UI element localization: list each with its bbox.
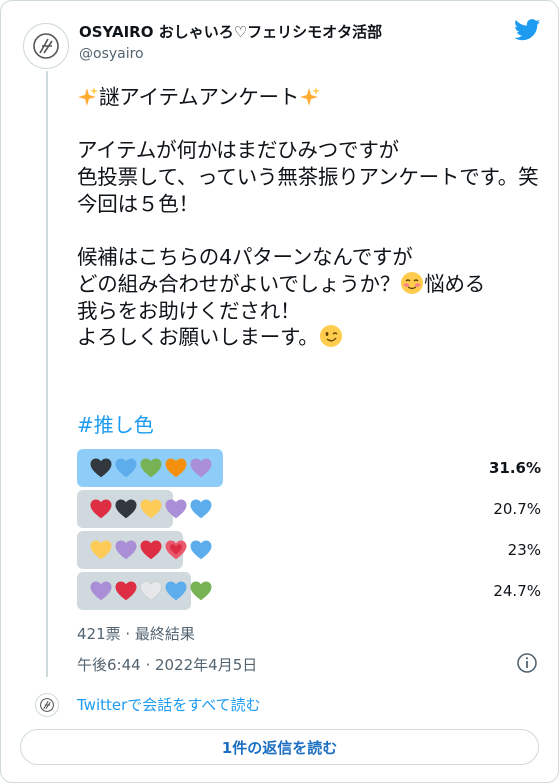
red-heart-icon bbox=[115, 581, 137, 601]
sparkles-icon bbox=[300, 87, 321, 106]
tweet-text: 謎アイテムアンケート アイテムが何かはまだひみつですが 色投票して、っていう無茶… bbox=[77, 84, 547, 351]
small-avatar[interactable] bbox=[35, 693, 59, 717]
author-name[interactable]: OSYAIRO おしゃいろ♡フェリシモオタ活部 bbox=[79, 21, 382, 42]
twitter-bird-icon[interactable] bbox=[514, 19, 541, 41]
poll-option-label bbox=[89, 456, 213, 480]
black-heart-icon bbox=[115, 499, 137, 519]
read-replies-button[interactable]: 1件の返信を読む bbox=[20, 729, 539, 765]
blue-heart-icon bbox=[190, 499, 212, 519]
tweet-timestamp[interactable]: 午後6:44 · 2022年4月5日 bbox=[77, 654, 257, 675]
osyairo-logo-icon bbox=[33, 33, 59, 59]
poll-percentage: 20.7% bbox=[493, 500, 541, 518]
poll-percentage: 23% bbox=[507, 541, 541, 559]
read-conversation-link[interactable]: Twitterで会話をすべて読む bbox=[77, 694, 261, 715]
tweet-title: 謎アイテムアンケート bbox=[99, 85, 300, 109]
smiling-blush-face-icon bbox=[401, 271, 424, 294]
purple-heart-icon bbox=[165, 499, 187, 519]
poll-result-summary: 421票 · 最終結果 bbox=[77, 625, 195, 643]
red-heart-icon bbox=[140, 540, 162, 560]
poll-option: 24.7% bbox=[77, 572, 543, 613]
poll-percentage: 24.7% bbox=[493, 582, 541, 600]
black-heart-icon bbox=[90, 458, 112, 478]
blue-heart-icon bbox=[190, 540, 212, 560]
info-icon[interactable] bbox=[516, 652, 538, 674]
poll-option: 20.7% bbox=[77, 490, 543, 531]
blue-heart-icon bbox=[115, 458, 137, 478]
osyairo-logo-icon bbox=[40, 698, 54, 712]
poll-option-label bbox=[89, 579, 213, 603]
green-heart-icon bbox=[190, 581, 212, 601]
avatar[interactable] bbox=[23, 23, 69, 69]
poll-option-label bbox=[89, 497, 213, 521]
author-handle[interactable]: @osyairo bbox=[79, 46, 144, 62]
thread-line bbox=[46, 71, 48, 677]
sparkles-icon bbox=[78, 87, 98, 106]
purple-heart-icon bbox=[115, 540, 137, 560]
purple-heart-icon bbox=[90, 581, 112, 601]
hashtag-link[interactable]: #推し色 bbox=[77, 409, 154, 438]
poll-option: 31.6% bbox=[77, 449, 543, 490]
red-heart-icon bbox=[90, 499, 112, 519]
green-heart-icon bbox=[140, 458, 162, 478]
poll-option: 23% bbox=[77, 531, 543, 572]
white-heart-icon bbox=[140, 581, 162, 601]
yellow-heart-icon bbox=[140, 499, 162, 519]
poll: 31.6% 20.7% 23% 24.7% bbox=[77, 449, 543, 613]
yellow-heart-icon bbox=[90, 540, 112, 560]
blue-heart-icon bbox=[165, 581, 187, 601]
sparkling-heart-icon bbox=[165, 540, 187, 560]
poll-option-label bbox=[89, 538, 213, 562]
winking-face-icon bbox=[319, 325, 342, 348]
purple-heart-icon bbox=[190, 458, 212, 478]
tweet-card: OSYAIRO おしゃいろ♡フェリシモオタ活部 @osyairo 謎アイテムアン… bbox=[0, 0, 559, 783]
poll-percentage: 31.6% bbox=[488, 459, 541, 477]
orange-heart-icon bbox=[165, 458, 187, 478]
